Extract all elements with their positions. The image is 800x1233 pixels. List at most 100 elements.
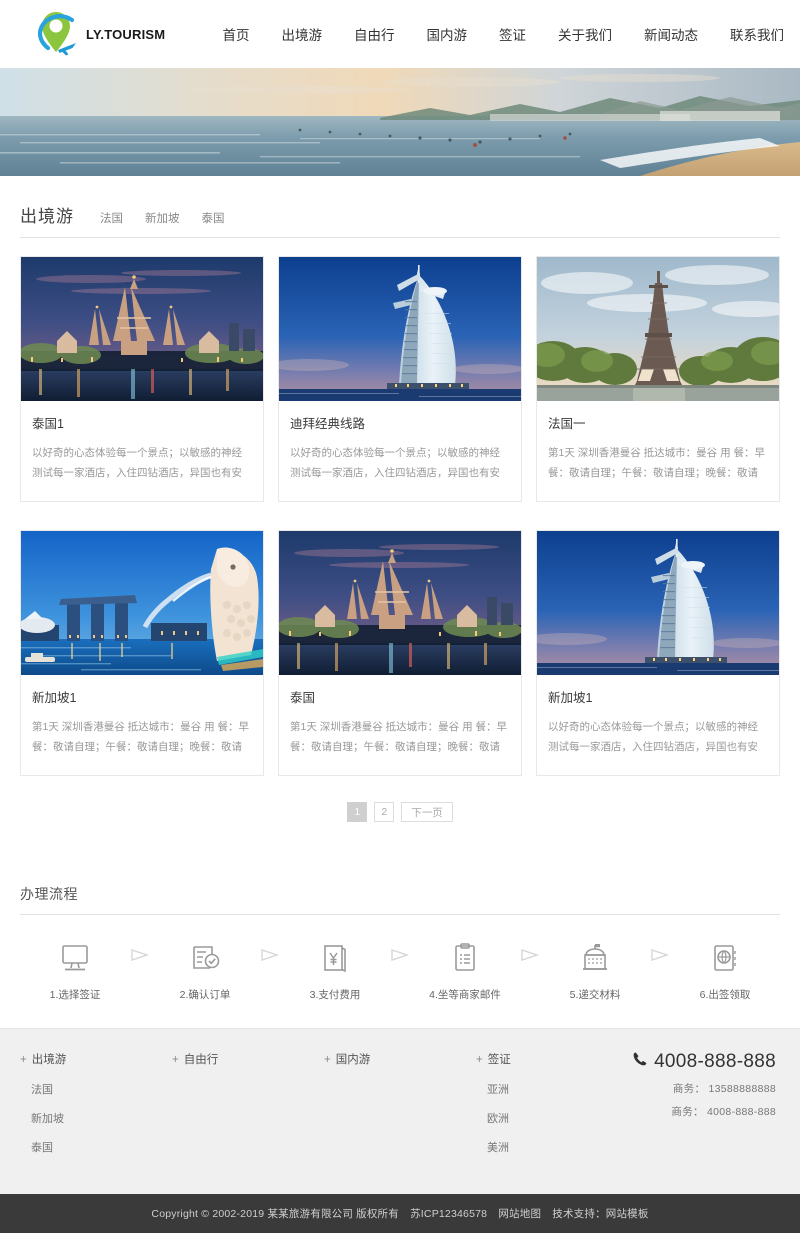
tour-card[interactable]: 法国一 第1天 深圳香港曼谷 抵达城市：曼谷 用 餐：早餐：敬请自理；午餐：敬请… [536,256,780,502]
tour-card-description: 以好奇的心态体验每一个景点；以敏感的神经测试每一家酒店，入住四钻酒店，异国也有安… [290,443,510,485]
tour-card-body: 法国一 第1天 深圳香港曼谷 抵达城市：曼谷 用 餐：早餐：敬请自理；午餐：敬请… [537,401,779,501]
business-contact-1: 商务： 13588888888 [632,1081,776,1096]
tour-card-title: 泰国 [290,687,510,706]
footer-heading-label: 国内游 [336,1054,371,1066]
burj-al-arab-dubai-image [279,257,521,401]
main-navigation: 首页 出境游 自由行 国内游 签证 关于我们 新闻动态 联系我们 [209,16,800,52]
hero-banner [0,68,800,176]
step-arrow-icon [381,939,419,962]
tab-thailand[interactable]: 泰国 [202,210,225,226]
process-step-label: 5.递交材料 [549,987,641,1002]
footer-column-heading[interactable]: +签证 [476,1051,628,1067]
business-contact-2: 商务： 4008-888-888 [632,1104,776,1119]
merlion-singapore-image [21,531,263,675]
process-step: 3.支付费用 [289,939,381,1002]
footer-link-singapore[interactable]: 新加坡 [20,1110,172,1126]
tour-card-description: 以好奇的心态体验每一个景点；以敏感的神经测试每一家酒店，入住四钻酒店，异国也有安… [548,717,768,759]
embassy-building-icon [549,939,641,977]
tours-tab-list: 法国 新加坡 泰国 [100,210,225,226]
tour-card-title: 法国一 [548,413,768,432]
footer-column-outbound: +出境游 法国 新加坡 泰国 [20,1051,172,1168]
tour-card[interactable]: 新加坡1 第1天 深圳香港曼谷 抵达城市：曼谷 用 餐：早餐：敬请自理；午餐：敬… [20,530,264,776]
process-step: 6.出签领取 [679,939,771,1002]
process-step: 2.确认订单 [159,939,251,1002]
logo-text: LY.TOURISM [86,27,165,42]
nav-item-free-travel[interactable]: 自由行 [338,16,411,52]
footer-heading-label: 自由行 [184,1054,219,1066]
tech-support: 技术支持：网站模板 [552,1208,648,1220]
page-1-button[interactable]: 1 [347,802,367,822]
sitemap-link[interactable]: 网站地图 [498,1208,541,1220]
tab-singapore[interactable]: 新加坡 [145,210,180,226]
tour-card-body: 新加坡1 第1天 深圳香港曼谷 抵达城市：曼谷 用 餐：早餐：敬请自理；午餐：敬… [21,675,263,775]
tour-card-description: 以好奇的心态体验每一个景点；以敏感的神经测试每一家酒店，入住四钻酒店，异国也有安… [32,443,252,485]
footer-column-domestic: + 国内游 [324,1051,476,1168]
copyright-text: Copyright © 2002-2019 某某旅游有限公司 版权所有 [151,1208,399,1220]
footer-link-france[interactable]: 法国 [20,1081,172,1097]
process-step: 4.坐等商家邮件 [419,939,511,1002]
process-step-label: 1.选择签证 [29,987,121,1002]
site-footer: +出境游 法国 新加坡 泰国 +自由行 +国内游 +签证 亚 [0,1028,800,1194]
tab-france[interactable]: 法国 [100,210,123,226]
process-step: 1.选择签证 [29,939,121,1002]
nav-item-contact[interactable]: 联系我们 [714,16,800,52]
nav-item-visa[interactable]: 签证 [483,16,542,52]
plus-icon: + [324,1054,331,1066]
page-root: LY.TOURISM 首页 出境游 自由行 国内游 签证 关于我们 新闻动态 联… [0,0,800,1233]
tours-section: 出境游 法国 新加坡 泰国 [20,188,780,1028]
next-page-button[interactable]: 下一页 [401,802,453,822]
footer-link-asia[interactable]: 亚洲 [476,1081,628,1097]
site-logo[interactable]: LY.TOURISM [28,6,199,62]
copyright-bar: Copyright © 2002-2019 某某旅游有限公司 版权所有 苏ICP… [0,1194,800,1233]
passport-globe-icon [679,939,771,977]
step-arrow-icon [121,939,159,962]
process-step-label: 6.出签领取 [679,987,771,1002]
process-step-label: 2.确认订单 [159,987,251,1002]
tour-card-body: 泰国 第1天 深圳香港曼谷 抵达城市：曼谷 用 餐：早餐：敬请自理；午餐：敬请自… [279,675,521,775]
tour-card-description: 第1天 深圳香港曼谷 抵达城市：曼谷 用 餐：早餐：敬请自理；午餐：敬请自理；晚… [548,443,768,485]
step-arrow-icon [511,939,549,962]
wat-arun-temple-dusk-image [279,531,521,675]
tour-card-title: 新加坡1 [548,687,768,706]
footer-column-free-travel: +自由行 [172,1051,324,1168]
process-section-header: 办理流程 [20,874,780,915]
wat-arun-temple-dusk-image [21,257,263,401]
tour-card-body: 迪拜经典线路 以好奇的心态体验每一个景点；以敏感的神经测试每一家酒店，入住四钻酒… [279,401,521,501]
yen-book-icon [289,939,381,977]
process-step-label: 4.坐等商家邮件 [419,987,511,1002]
hotline: 4008-888-888 [632,1051,776,1073]
footer-link-thailand[interactable]: 泰国 [20,1139,172,1155]
tour-card-title: 新加坡1 [32,687,252,706]
footer-column-visa: +签证 亚洲 欧洲 美洲 [476,1051,628,1168]
nav-item-outbound[interactable]: 出境游 [266,16,339,52]
monitor-icon [29,939,121,977]
page-2-button[interactable]: 2 [374,802,394,822]
step-arrow-icon [641,939,679,962]
footer-column-heading[interactable]: + 国内游 [324,1051,476,1067]
process-title: 办理流程 [20,884,780,904]
tour-card-title: 泰国1 [32,413,252,432]
tour-card-description: 第1天 深圳香港曼谷 抵达城市：曼谷 用 餐：早餐：敬请自理；午餐：敬请自理；晚… [290,717,510,759]
footer-column-heading[interactable]: +自由行 [172,1051,324,1067]
tour-card[interactable]: 迪拜经典线路 以好奇的心态体验每一个景点；以敏感的神经测试每一家酒店，入住四钻酒… [278,256,522,502]
process-steps: 1.选择签证 2.确认订单 [20,915,780,1028]
tour-card[interactable]: 新加坡1 以好奇的心态体验每一个景点；以敏感的神经测试每一家酒店，入住四钻酒店，… [536,530,780,776]
nav-item-news[interactable]: 新闻动态 [628,16,714,52]
tour-card-title: 迪拜经典线路 [290,413,510,432]
tour-card[interactable]: 泰国1 以好奇的心态体验每一个景点；以敏感的神经测试每一家酒店，入住四钻酒店，异… [20,256,264,502]
pagination: 1 2 下一页 [20,790,780,852]
hotline-number: 4008-888-888 [654,1051,776,1073]
footer-column-heading[interactable]: +出境游 [20,1051,172,1067]
tour-card-grid: 泰国1 以好奇的心态体验每一个景点；以敏感的神经测试每一家酒店，入住四钻酒店，异… [20,238,780,790]
footer-link-americas[interactable]: 美洲 [476,1139,628,1155]
process-step: 5.递交材料 [549,939,641,1002]
nav-item-home[interactable]: 首页 [209,16,266,52]
checklist-icon [159,939,251,977]
footer-columns: +出境游 法国 新加坡 泰国 +自由行 +国内游 +签证 亚 [20,1051,780,1168]
tour-card[interactable]: 泰国 第1天 深圳香港曼谷 抵达城市：曼谷 用 餐：早餐：敬请自理；午餐：敬请自… [278,530,522,776]
footer-link-europe[interactable]: 欧洲 [476,1110,628,1126]
site-header: LY.TOURISM 首页 出境游 自由行 国内游 签证 关于我们 新闻动态 联… [0,0,800,68]
tour-card-body: 新加坡1 以好奇的心态体验每一个景点；以敏感的神经测试每一家酒店，入住四钻酒店，… [537,675,779,775]
nav-item-domestic[interactable]: 国内游 [411,16,484,52]
nav-item-about[interactable]: 关于我们 [542,16,628,52]
